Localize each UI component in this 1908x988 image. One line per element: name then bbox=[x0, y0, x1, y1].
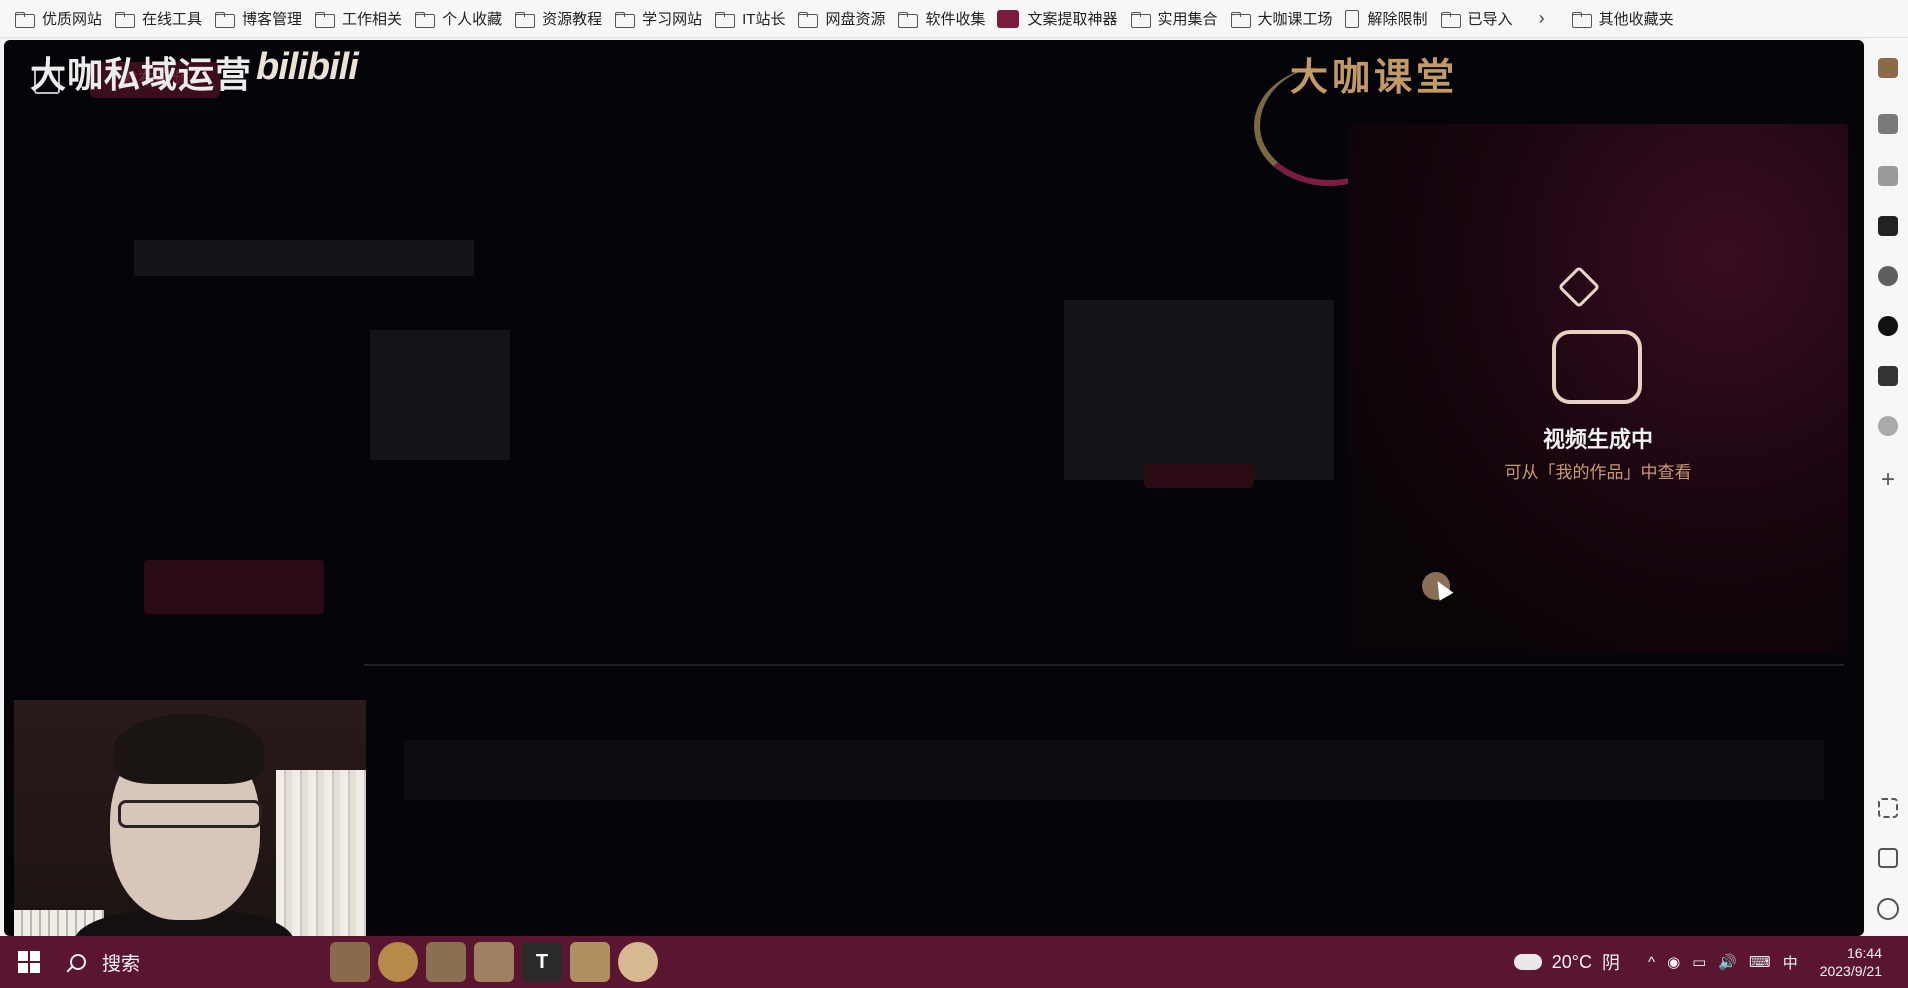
folder-icon bbox=[114, 11, 136, 28]
generating-subtitle[interactable]: 可从「我的作品」中查看 bbox=[1348, 458, 1848, 483]
bilibili-logo: bilibili bbox=[256, 46, 359, 88]
folder-icon bbox=[514, 11, 536, 28]
search-icon bbox=[70, 954, 86, 970]
folder-icon bbox=[214, 11, 236, 28]
app-icon bbox=[997, 9, 1020, 28]
weather-widget[interactable]: 20°C 阴 bbox=[1513, 949, 1620, 975]
browser-sidebar: + bbox=[1868, 38, 1908, 936]
add-icon[interactable]: + bbox=[1876, 466, 1900, 494]
settings-icon[interactable] bbox=[1877, 898, 1899, 920]
bookshelf bbox=[276, 770, 366, 936]
chevron-up-icon[interactable]: ^ bbox=[1648, 954, 1655, 971]
editor-app-icon[interactable] bbox=[474, 942, 514, 982]
sparkle-icon bbox=[1557, 265, 1601, 309]
bookmark-item[interactable]: 个人收藏 bbox=[414, 0, 514, 38]
cart-icon[interactable] bbox=[1878, 166, 1898, 186]
ime-indicator[interactable]: 中 bbox=[1783, 952, 1798, 973]
glasses bbox=[118, 800, 262, 828]
browser-app-icon[interactable] bbox=[330, 942, 370, 982]
webcam-overlay bbox=[14, 700, 366, 936]
windows-taskbar: 搜索 T 20°C 阴 ^ ◉ ▭ 🔊 ⌨ 中 16:44 2023/9/21 bbox=[0, 936, 1908, 988]
bookmark-item[interactable]: 大咖课工场 bbox=[1230, 0, 1345, 38]
extension-icon[interactable] bbox=[1878, 416, 1898, 436]
clock-date: 2023/9/21 bbox=[1819, 963, 1882, 979]
main-content: 发布视频 大咖私域运营 bilibili 大咖课堂 视频生成中 可从「我的作品」… bbox=[4, 40, 1864, 936]
folder-icon bbox=[1571, 11, 1592, 28]
folder-icon bbox=[1130, 11, 1151, 28]
taskbar-apps: T bbox=[326, 936, 662, 988]
folder-icon bbox=[14, 11, 35, 28]
bookmark-item[interactable]: 在线工具 bbox=[114, 0, 214, 38]
folder-icon bbox=[897, 11, 919, 28]
bookmark-item[interactable]: 软件收集 bbox=[897, 0, 997, 38]
display-icon[interactable]: ▭ bbox=[1692, 953, 1706, 971]
bookmark-item[interactable]: 文案提取神器 bbox=[997, 0, 1129, 38]
circle-app-icon[interactable] bbox=[1878, 316, 1898, 336]
generating-title: 视频生成中 bbox=[1542, 427, 1653, 452]
screenshot-icon[interactable] bbox=[1878, 798, 1898, 818]
video-frame-icon bbox=[1552, 330, 1642, 404]
dim-row bbox=[134, 240, 474, 276]
camera-icon[interactable] bbox=[1878, 114, 1898, 134]
bookmark-item[interactable]: 工作相关 bbox=[314, 0, 414, 38]
dim-waveform bbox=[404, 740, 1824, 800]
flower-app-icon[interactable] bbox=[618, 942, 658, 982]
clock[interactable]: 16:44 2023/9/21 bbox=[1820, 944, 1882, 980]
chevron-right-icon[interactable]: › bbox=[1539, 8, 1545, 29]
keyboard-icon[interactable]: ⌨ bbox=[1749, 953, 1771, 971]
bookmark-item[interactable]: 学习网站 bbox=[614, 0, 714, 38]
dim-timeline bbox=[364, 664, 1844, 666]
clock-time: 16:44 bbox=[1846, 945, 1882, 961]
record-icon[interactable]: ◉ bbox=[1667, 953, 1680, 971]
chrome-app-icon[interactable] bbox=[378, 942, 418, 982]
folder-icon bbox=[314, 11, 336, 28]
briefcase-icon[interactable] bbox=[1878, 58, 1898, 78]
taskbar-search[interactable]: 搜索 bbox=[56, 936, 326, 988]
bookmark-item[interactable]: 资源教程 bbox=[514, 0, 614, 38]
folder-icon bbox=[614, 11, 636, 28]
notes-app-icon[interactable] bbox=[426, 942, 466, 982]
bookmark-item[interactable]: 解除限制 bbox=[1344, 0, 1440, 38]
document-icon bbox=[1344, 9, 1359, 28]
dim-thumbnail bbox=[370, 330, 510, 460]
app-b-icon[interactable] bbox=[1878, 216, 1898, 236]
presenter-hair bbox=[114, 714, 264, 784]
windows-logo-icon bbox=[18, 951, 28, 961]
cloud-icon bbox=[1513, 954, 1542, 970]
start-button[interactable] bbox=[0, 936, 56, 988]
bookmark-item[interactable]: 已导入 bbox=[1440, 0, 1525, 38]
search-engine-icon[interactable] bbox=[1878, 266, 1898, 286]
typora-app-icon[interactable]: T bbox=[522, 942, 562, 982]
folder-app-icon[interactable] bbox=[570, 942, 610, 982]
bookmark-item[interactable]: 网盘资源 bbox=[797, 0, 897, 38]
bookmark-item[interactable]: 博客管理 bbox=[214, 0, 314, 38]
dim-button bbox=[144, 560, 324, 614]
folder-icon bbox=[714, 11, 736, 28]
folder-icon bbox=[414, 11, 436, 28]
brand-title: 大咖私域运营 bbox=[30, 54, 253, 95]
system-tray: 20°C 阴 ^ ◉ ▭ 🔊 ⌨ 中 16:44 2023/9/21 bbox=[1513, 936, 1908, 988]
dim-tag bbox=[1144, 464, 1254, 488]
dim-preview bbox=[1064, 300, 1334, 480]
bookmark-item[interactable]: IT站长 bbox=[714, 0, 797, 38]
video-generating-panel: 视频生成中 可从「我的作品」中查看 bbox=[1348, 124, 1848, 654]
bookmarks-bar: 优质网站 在线工具 博客管理 工作相关 个人收藏 资源教程 学习网站 IT站长 … bbox=[0, 0, 1908, 38]
other-bookmarks[interactable]: 其他收藏夹 bbox=[1571, 0, 1686, 38]
external-link-icon[interactable] bbox=[1878, 848, 1898, 868]
volume-icon[interactable]: 🔊 bbox=[1718, 953, 1737, 971]
tray-icons: ^ ◉ ▭ 🔊 ⌨ 中 bbox=[1642, 952, 1804, 973]
bookmark-item[interactable]: 优质网站 bbox=[14, 0, 114, 38]
media-icon[interactable] bbox=[1878, 366, 1898, 386]
folder-icon bbox=[1440, 11, 1461, 28]
bookmark-item[interactable]: 实用集合 bbox=[1130, 0, 1230, 38]
folder-icon bbox=[1230, 11, 1251, 28]
folder-icon bbox=[797, 11, 819, 28]
